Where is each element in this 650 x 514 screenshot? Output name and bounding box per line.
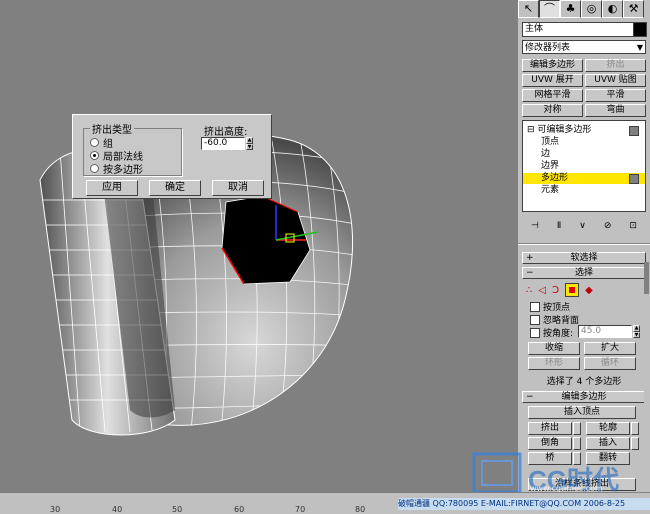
configure-sets-icon[interactable]: ⊡ — [629, 218, 637, 234]
collapse-icon: ⊟ — [527, 125, 535, 135]
stack-tools: ⊣ Ⅱ ∨ ⊘ ⊡ — [522, 218, 646, 234]
mod-meshsmooth-button[interactable]: 网格平滑 — [522, 89, 583, 102]
angle-spinner[interactable]: 45.0 ▲ ▼ — [578, 325, 640, 338]
extrude-height-spinner[interactable]: -60.0 ▲ ▼ — [201, 137, 253, 150]
divider — [518, 243, 650, 245]
remove-modifier-icon[interactable]: ⊘ — [604, 218, 612, 234]
border-level-icon[interactable]: Ͻ — [552, 285, 559, 296]
grow-button[interactable]: 扩大 — [584, 342, 636, 355]
stack-item-polygon[interactable]: 多边形 — [523, 173, 645, 184]
extrude-button[interactable]: 挤出 — [528, 422, 572, 435]
stack-toggle-icon[interactable] — [629, 174, 639, 184]
mod-uvw-unwrap-button[interactable]: UVW 展开 — [522, 74, 583, 87]
footer-credit-text: 破帽通疆 QQ:780095 E-MAIL:FIRNET@QQ.COM 2006… — [398, 498, 650, 510]
show-end-result-icon[interactable]: Ⅱ — [557, 218, 561, 234]
mod-uvw-map-button[interactable]: UVW 贴图 — [585, 74, 646, 87]
mod-bend-button[interactable]: 弯曲 — [585, 104, 646, 117]
radio-by-polygon[interactable]: 按多边形 — [90, 161, 143, 176]
shrink-button[interactable]: 收缩 — [528, 342, 580, 355]
by-vertex-checkbox[interactable]: 按顶点 — [530, 300, 570, 313]
element-level-icon[interactable]: ◆ — [585, 285, 593, 296]
mod-smooth-button[interactable]: 平滑 — [585, 89, 646, 102]
stack-item-element[interactable]: 元素 — [523, 185, 650, 196]
mod-symmetry-button[interactable]: 对称 — [522, 104, 583, 117]
cg-watermark: CG时代 www.cgtimes.com — [470, 448, 650, 498]
polygon-level-icon[interactable] — [565, 283, 580, 297]
edge-level-icon[interactable]: ◁ — [538, 285, 546, 296]
stack-item-vertex[interactable]: 顶点 — [523, 137, 650, 148]
radio-selected-icon — [90, 151, 99, 160]
apply-button[interactable]: 应用 — [86, 180, 138, 196]
vertex-level-icon[interactable]: ∴ — [526, 285, 532, 296]
extrude-height-input[interactable]: -60.0 — [201, 137, 245, 150]
object-name-field[interactable]: 主体 — [522, 22, 634, 37]
radio-icon — [90, 164, 99, 173]
cg-logo-icon — [472, 452, 522, 494]
soft-selection-rollout[interactable]: + 软选择 — [522, 252, 646, 264]
edit-polygons-rollout[interactable]: − 编辑多边形 — [522, 391, 646, 403]
ring-mesh — [39, 133, 354, 436]
stack-root-editable-poly[interactable]: ⊟ 可编辑多边形 — [523, 125, 645, 136]
object-color-swatch[interactable] — [633, 22, 647, 37]
outline-settings-icon[interactable] — [631, 422, 639, 435]
create-tab-icon[interactable]: ↖ — [518, 0, 539, 18]
outline-button[interactable]: 轮廓 — [586, 422, 630, 435]
angle-input[interactable]: 45.0 — [578, 325, 632, 338]
expand-icon: + — [526, 253, 534, 263]
spinner-arrows-icon[interactable]: ▲ ▼ — [633, 325, 640, 338]
extrude-settings-icon[interactable] — [573, 422, 581, 435]
command-panel-tabs: ↖ ⌒ ♣ ◎ ◐ ⚒ — [518, 0, 650, 18]
stack-item-edge[interactable]: 边 — [523, 149, 650, 160]
extrude-polygons-dialog: 挤出类型 组 局部法线 按多边形 挤出高度: -60.0 ▲ ▼ 应用 确定 取消 — [72, 114, 272, 199]
make-unique-icon[interactable]: ∨ — [579, 218, 586, 234]
modify-tab-icon[interactable]: ⌒ — [539, 0, 560, 18]
stack-item-border[interactable]: 边界 — [523, 161, 650, 172]
subobject-level-icons: ∴ ◁ Ͻ ◆ — [526, 282, 636, 298]
mod-edit-poly-button[interactable]: 编辑多边形 — [522, 59, 583, 72]
loop-button[interactable]: 循环 — [584, 357, 636, 370]
insert-vertex-button[interactable]: 插入顶点 — [528, 406, 636, 419]
stack-toggle-icon[interactable] — [629, 126, 639, 136]
ok-button[interactable]: 确定 — [149, 180, 201, 196]
modifier-list-dropdown[interactable]: 修改器列表 ▼ — [522, 40, 646, 54]
motion-tab-icon[interactable]: ◎ — [581, 0, 602, 18]
selection-status-text: 选择了 4 个多边形 — [546, 377, 622, 387]
pin-stack-icon[interactable]: ⊣ — [531, 218, 539, 234]
radio-icon — [90, 138, 99, 147]
mod-extrude-button[interactable]: 挤出 — [585, 59, 646, 72]
extrude-height-label: 挤出高度: — [204, 127, 248, 138]
by-angle-checkbox[interactable]: 按角度: — [530, 326, 573, 339]
perspective-viewport[interactable]: 挤出类型 组 局部法线 按多边形 挤出高度: -60.0 ▲ ▼ 应用 确定 取消 — [0, 0, 518, 492]
selection-rollout[interactable]: − 选择 — [522, 267, 646, 279]
extrude-type-group: 挤出类型 组 局部法线 按多边形 — [83, 121, 182, 176]
spinner-arrows-icon[interactable]: ▲ ▼ — [246, 137, 253, 150]
chevron-down-icon: ▼ — [636, 43, 643, 52]
utilities-tab-icon[interactable]: ⚒ — [623, 0, 644, 18]
ring-button[interactable]: 环形 — [528, 357, 580, 370]
extrude-type-title: 挤出类型 — [90, 121, 134, 136]
ignore-backfacing-checkbox[interactable]: 忽略背面 — [530, 313, 579, 326]
display-tab-icon[interactable]: ◐ — [602, 0, 623, 18]
hierarchy-tab-icon[interactable]: ♣ — [560, 0, 581, 18]
cancel-button[interactable]: 取消 — [212, 180, 264, 196]
command-panel: ↖ ⌒ ♣ ◎ ◐ ⚒ 主体 修改器列表 ▼ 编辑多边形 挤出 UVW 展开 U… — [518, 0, 650, 492]
collapse-icon: − — [526, 268, 534, 278]
scrollbar-thumb[interactable] — [644, 262, 649, 294]
modifier-stack: ⊟ 可编辑多边形 顶点 边 边界 多边形 元素 — [522, 120, 646, 212]
collapse-icon: − — [526, 392, 534, 402]
